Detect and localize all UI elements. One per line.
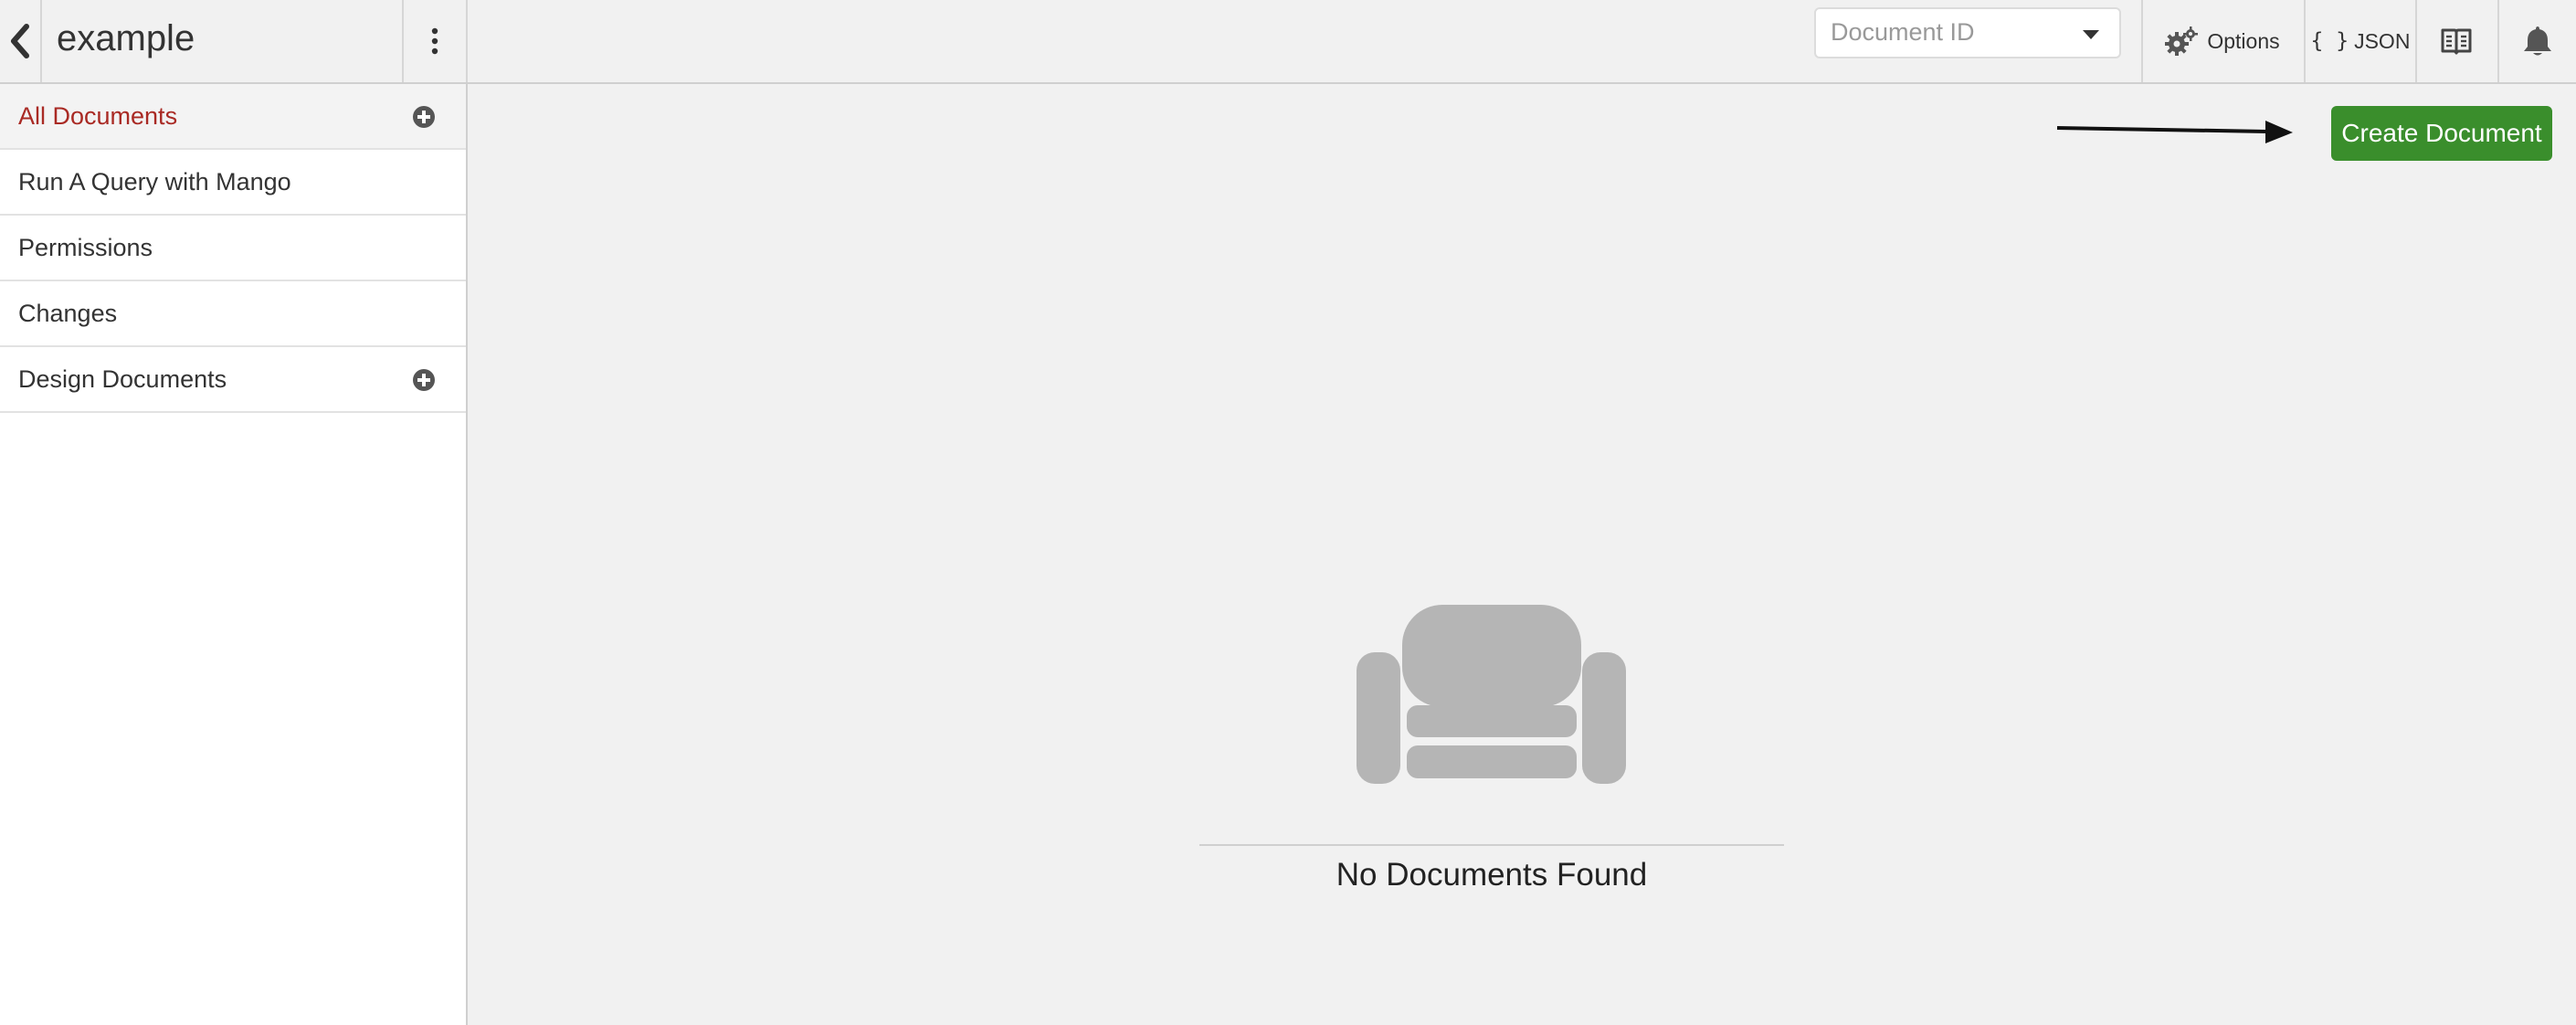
empty-state-message: No Documents Found (1336, 857, 1648, 893)
options-label: Options (2207, 28, 2280, 53)
database-title: example (57, 18, 195, 58)
create-document-button[interactable]: Create Document (2331, 106, 2552, 161)
document-id-input[interactable]: Document ID (1814, 7, 2121, 58)
chevron-left-icon (11, 24, 29, 58)
sidebar-item-label: All Documents (18, 101, 178, 130)
bell-icon (2524, 26, 2551, 56)
add-circle-icon[interactable] (411, 367, 437, 393)
documentation-button[interactable] (2417, 0, 2496, 82)
gears-icon (2165, 26, 2199, 56)
sidebar-item-mango-query[interactable]: Run A Query with Mango (0, 150, 466, 216)
chevron-down-icon[interactable] (2083, 30, 2099, 39)
arrow-right-icon (2056, 121, 2293, 143)
document-id-placeholder: Document ID (1831, 18, 1975, 46)
json-button[interactable]: { } JSON (2306, 0, 2415, 82)
vertical-dots-icon (431, 27, 438, 55)
sidebar-item-label: Permissions (18, 233, 153, 261)
app: example Document ID Options {} JSON All… (0, 0, 2576, 1025)
options-button[interactable]: Options (2143, 0, 2302, 82)
top-header: example Document ID Options {} JSON (0, 0, 2576, 84)
sidebar-item-all-documents[interactable]: All Documents (0, 84, 466, 150)
book-icon (2441, 28, 2472, 55)
sidebar: All Documents Run A Query with Mango Per… (0, 84, 468, 1025)
database-menu-button[interactable] (402, 0, 468, 82)
sidebar-item-label: Changes (18, 299, 118, 327)
sidebar-item-permissions[interactable]: Permissions (0, 216, 466, 281)
json-label: JSON (2354, 28, 2411, 53)
sidebar-item-label: Design Documents (18, 365, 227, 393)
sidebar-item-design-documents[interactable]: Design Documents (0, 347, 466, 413)
sidebar-item-label: Run A Query with Mango (18, 167, 291, 195)
add-circle-icon[interactable] (411, 104, 437, 130)
sidebar-item-changes[interactable]: Changes (0, 281, 466, 347)
couch-icon (1357, 605, 1626, 784)
braces-icon: { } (2310, 29, 2349, 53)
divider (1199, 844, 1784, 846)
back-button[interactable] (0, 0, 42, 82)
notifications-button[interactable] (2499, 0, 2576, 82)
